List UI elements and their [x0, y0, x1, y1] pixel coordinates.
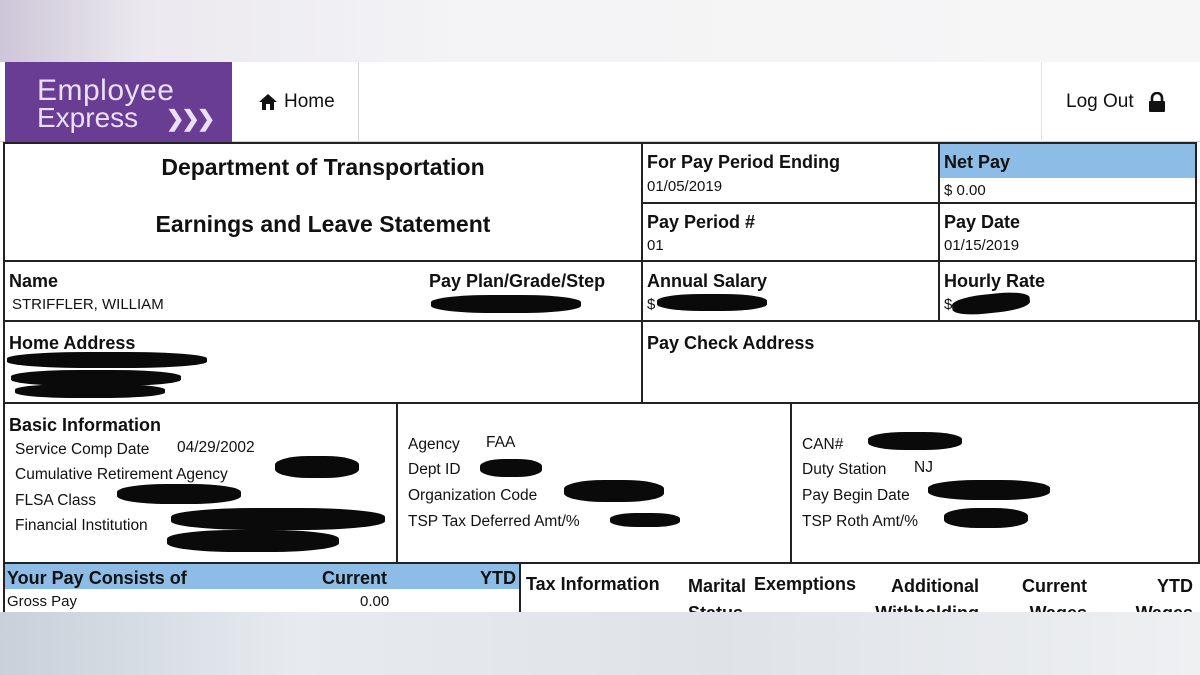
pay-begin-date-redaction — [928, 480, 1050, 500]
logout-button[interactable]: Log Out — [1041, 62, 1200, 142]
cumulative-retirement-label: Cumulative Retirement Agency — [15, 466, 228, 483]
gross-pay-label: Gross Pay — [7, 593, 78, 610]
pay-consists-current-header: Current — [322, 568, 388, 588]
hourly-rate-label: Hourly Rate — [944, 271, 1046, 291]
pay-period-number-value: 01 — [647, 237, 664, 254]
pay-date-label: Pay Date — [944, 212, 1021, 232]
pay-plan-redaction — [431, 295, 581, 313]
home-label: Home — [284, 91, 335, 112]
employee-express-logo[interactable]: Employee Express ❯❯❯ — [5, 62, 232, 142]
service-comp-date-value: 04/29/2002 — [177, 439, 255, 456]
pay-consists-ytd-header: YTD — [480, 568, 516, 588]
pay-period-ending-label: For Pay Period Ending — [647, 152, 841, 172]
pay-consists-label: Your Pay Consists of — [7, 568, 187, 588]
financial-institution-redaction-1 — [171, 508, 385, 530]
agency-value: FAA — [486, 434, 516, 451]
chevrons-icon: ❯❯❯ — [166, 106, 215, 131]
pay-period-number-label: Pay Period # — [647, 212, 756, 232]
service-comp-date-label: Service Comp Date — [15, 441, 150, 458]
pay-period-number-cell: Pay Period # 01 — [641, 202, 940, 262]
statement-header: Department of Transportation Earnings an… — [3, 142, 643, 262]
financial-institution-redaction-2 — [167, 530, 339, 552]
name-cell: Name STRIFFLER, WILLIAM Pay Plan/Grade/S… — [3, 260, 643, 322]
can-information-cell: CAN# Duty Station NJ Pay Begin Date TSP … — [790, 402, 1200, 564]
hourly-rate-cell: Hourly Rate $ — [938, 260, 1197, 322]
home-address-redaction-1 — [7, 352, 207, 368]
name-label: Name — [9, 271, 59, 291]
pay-date-value: 01/15/2019 — [944, 237, 1020, 254]
dept-id-redaction — [480, 459, 542, 477]
screen: Employee Express ❯❯❯ Home Log Out Depart… — [0, 62, 1200, 612]
basic-information-label: Basic Information — [9, 415, 162, 435]
photo-backdrop-top — [0, 0, 1200, 62]
annual-salary-prefix: $ — [647, 296, 656, 313]
tsp-tax-deferred-redaction — [610, 513, 680, 527]
ytd-wages-header: YTD Wages — [1136, 576, 1193, 612]
hourly-rate-redaction — [951, 289, 1031, 318]
pay-plan-label: Pay Plan/Grade/Step — [429, 271, 606, 291]
current-wages-header: Current Wages — [1021, 576, 1087, 612]
net-pay-value: $ 0.00 — [944, 182, 986, 199]
flsa-class-label: FLSA Class — [15, 492, 96, 509]
home-address-label: Home Address — [9, 333, 136, 353]
pay-begin-date-label: Pay Begin Date — [802, 487, 910, 504]
home-address-redaction-3 — [15, 384, 165, 398]
duty-station-label: Duty Station — [802, 461, 887, 478]
pay-period-ending-value: 01/05/2019 — [647, 178, 723, 195]
additional-withholding-header: Additional Withholding — [875, 576, 979, 612]
basic-information-cell: Basic Information Service Comp Date 04/2… — [3, 402, 398, 564]
pay-check-address-label: Pay Check Address — [647, 333, 815, 353]
flsa-class-redaction — [117, 484, 241, 504]
tax-information-cell: Tax Information Marital Status Exemption… — [519, 562, 1200, 612]
tsp-roth-redaction — [944, 508, 1028, 528]
agency-label: Agency — [408, 436, 460, 453]
gross-pay-current: 0.00 — [360, 593, 390, 610]
home-address-cell: Home Address — [3, 320, 643, 404]
photo-backdrop-bottom — [0, 612, 1200, 675]
logout-label: Log Out — [1066, 91, 1134, 112]
lock-icon — [1148, 92, 1165, 112]
logo-line-2: Express — [37, 102, 139, 133]
pay-consists-cell: Your Pay Consists of Current YTD Gross P… — [3, 562, 521, 612]
home-link[interactable]: Home — [232, 62, 359, 142]
cumulative-retirement-redaction — [275, 456, 359, 478]
net-pay-cell: Net Pay $ 0.00 — [938, 142, 1197, 204]
tsp-tax-deferred-label: TSP Tax Deferred Amt/% — [408, 513, 580, 530]
marital-status-header: Marital Status — [688, 576, 747, 612]
annual-salary-label: Annual Salary — [647, 271, 768, 291]
agency-information-cell: Agency FAA Dept ID Organization Code TSP… — [396, 402, 792, 564]
statement-title: Earnings and Leave Statement — [155, 211, 491, 237]
tax-information-label: Tax Information — [526, 574, 660, 594]
pay-date-cell: Pay Date 01/15/2019 — [938, 202, 1197, 262]
exemptions-header: Exemptions — [754, 574, 857, 594]
net-pay-label: Net Pay — [944, 152, 1011, 172]
name-value: STRIFFLER, WILLIAM — [12, 296, 164, 313]
annual-salary-cell: Annual Salary $ — [641, 260, 940, 322]
dept-id-label: Dept ID — [408, 461, 461, 478]
top-nav: Employee Express ❯❯❯ Home Log Out — [0, 62, 1200, 142]
can-label: CAN# — [802, 436, 844, 453]
department-title: Department of Transportation — [161, 154, 485, 180]
can-redaction — [868, 432, 962, 450]
annual-salary-redaction — [657, 294, 767, 311]
organization-code-redaction — [564, 480, 664, 502]
pay-check-address-cell: Pay Check Address — [641, 320, 1200, 404]
tsp-roth-label: TSP Roth Amt/% — [802, 513, 919, 530]
duty-station-value: NJ — [914, 459, 933, 476]
home-icon — [259, 94, 277, 110]
financial-institution-label: Financial Institution — [15, 517, 148, 534]
pay-period-ending-cell: For Pay Period Ending 01/05/2019 — [641, 142, 940, 204]
organization-code-label: Organization Code — [408, 487, 538, 504]
